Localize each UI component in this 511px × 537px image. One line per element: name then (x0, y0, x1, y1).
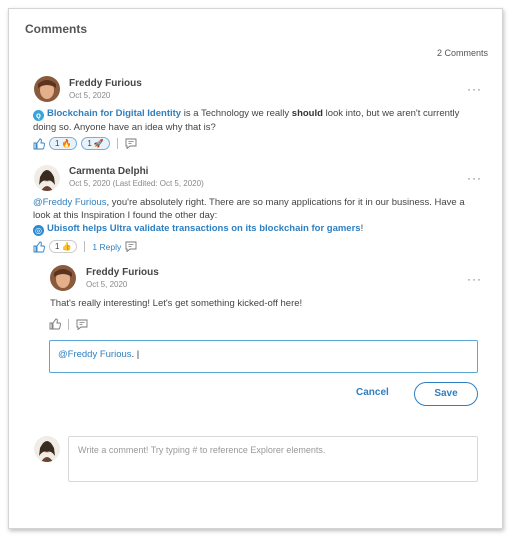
replies-link[interactable]: 1 Reply (92, 242, 121, 252)
reaction-fire[interactable]: 1 🔥 (49, 137, 78, 150)
avatar (34, 165, 60, 191)
inspiration-icon: ◎ (33, 225, 44, 236)
divider (116, 138, 118, 149)
more-options-icon[interactable]: ··· (467, 83, 482, 95)
reply-author[interactable]: Freddy Furious (86, 267, 159, 278)
more-options-icon[interactable]: ··· (467, 172, 482, 184)
thumbs-up-emoji-icon: 👍 (61, 242, 72, 251)
reply-body: That's really interesting! Let's get som… (50, 298, 303, 309)
user-mention[interactable]: @Freddy Furious (33, 197, 107, 208)
thumbs-up-icon[interactable] (49, 318, 61, 330)
fire-icon: 🔥 (61, 139, 72, 148)
reply-icon[interactable] (125, 138, 137, 149)
divider (68, 318, 69, 330)
explorer-element-link[interactable]: Blockchain for Digital Identity (47, 108, 181, 119)
new-comment-input[interactable]: Write a comment! Try typing # to referen… (68, 436, 478, 482)
thumbs-up-icon[interactable] (33, 138, 45, 150)
reaction-thumbs-up[interactable]: 1 👍 (49, 240, 78, 253)
avatar (50, 265, 76, 291)
save-button[interactable]: Save (414, 382, 478, 406)
avatar (34, 76, 60, 102)
panel-title: Comments (25, 22, 88, 36)
reply-icon[interactable] (76, 319, 88, 330)
comment-author[interactable]: Freddy Furious (69, 78, 142, 89)
thumbs-up-icon[interactable] (33, 241, 45, 253)
comment-date: Oct 5, 2020 (69, 91, 111, 100)
rocket-icon: 🚀 (93, 139, 104, 148)
reply-date: Oct 5, 2020 (86, 280, 128, 289)
edit-comment-field[interactable]: @Freddy Furious. | (49, 340, 478, 373)
comment-actions: 1 👍 1 Reply (33, 240, 137, 253)
cancel-button[interactable]: Cancel (356, 387, 389, 398)
comment-body: @Freddy Furious, you're absolutely right… (33, 197, 465, 236)
reply-icon[interactable] (125, 241, 137, 252)
more-options-icon[interactable]: ··· (467, 273, 482, 285)
comment-actions: 1 🔥 1 🚀 (33, 137, 137, 150)
explorer-element-icon: ǫ (33, 110, 44, 121)
comment-body: ǫ Blockchain for Digital Identity is a Te… (33, 108, 460, 133)
divider (84, 241, 86, 252)
comment-count: 2 Comments (436, 48, 488, 58)
reply-actions (49, 318, 88, 330)
reaction-rocket[interactable]: 1 🚀 (81, 137, 110, 150)
comment-author[interactable]: Carmenta Delphi (69, 166, 148, 177)
comment-date: Oct 5, 2020 (Last Edited: Oct 5, 2020) (69, 179, 204, 188)
current-user-avatar (34, 436, 60, 462)
inspiration-link[interactable]: Ubisoft helps Ultra validate transaction… (47, 223, 361, 234)
